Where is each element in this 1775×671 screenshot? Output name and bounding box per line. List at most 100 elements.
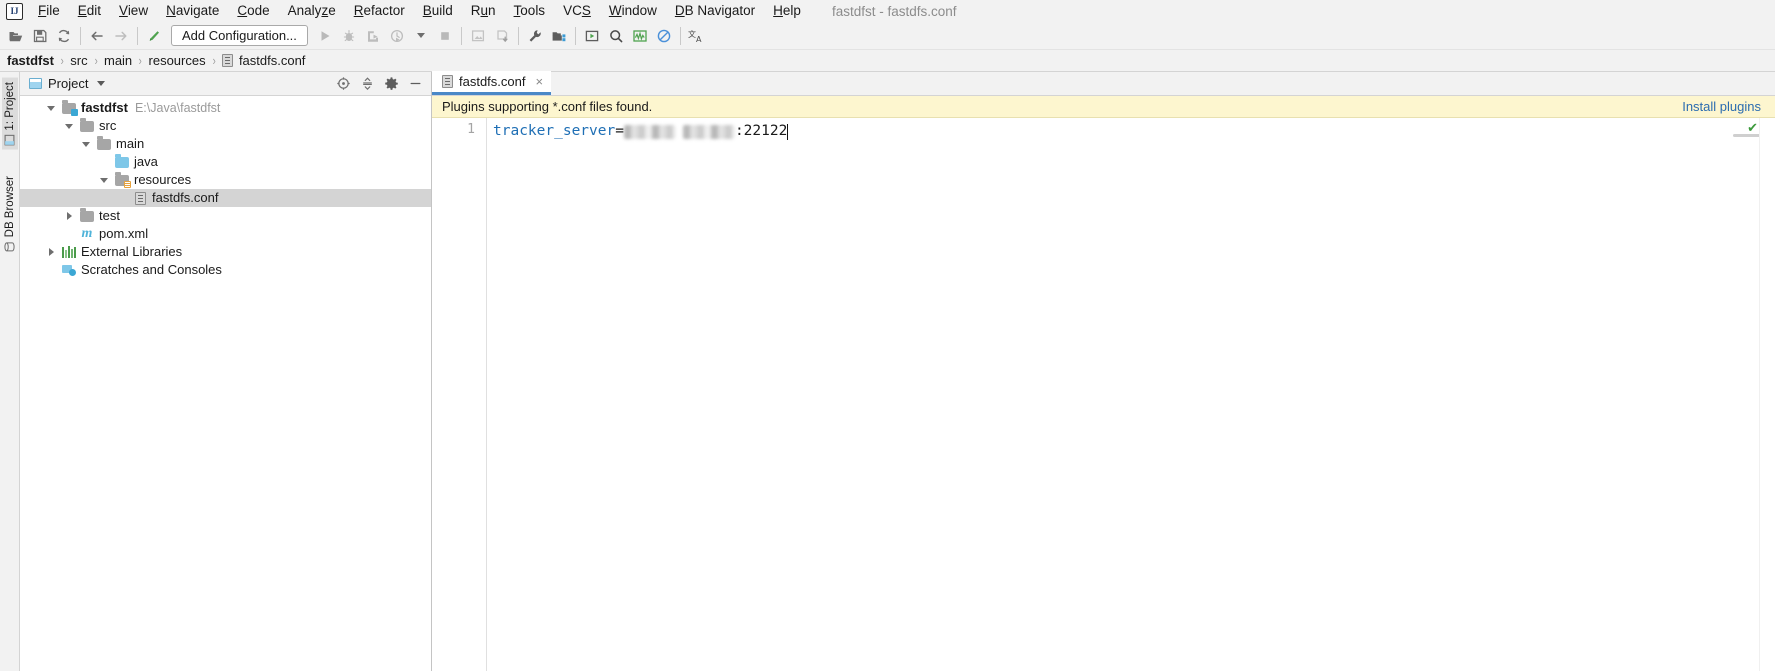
menu-item-analyze[interactable]: Analyze [279, 0, 345, 22]
tree-toggle-icon[interactable] [60, 212, 78, 220]
run-with-coverage-icon[interactable] [361, 24, 385, 48]
breadcrumb-item-src[interactable]: src [70, 53, 87, 68]
port-value: :22122 [734, 123, 788, 139]
breadcrumb-item-main[interactable]: main [104, 53, 132, 68]
code-content[interactable]: tracker_server = :22122 [487, 118, 1775, 671]
breadcrumb-item-file[interactable]: fastdfs.conf [221, 53, 305, 68]
disable-icon[interactable] [652, 24, 676, 48]
notification-message: Plugins supporting *.conf files found. [442, 99, 653, 114]
settings-wrench-icon[interactable] [523, 24, 547, 48]
update-project-icon[interactable] [466, 24, 490, 48]
menu-item-view[interactable]: View [110, 0, 157, 22]
settings-gear-icon[interactable] [380, 74, 402, 94]
tree-toggle-icon[interactable] [42, 105, 60, 111]
tree-item-resources[interactable]: resources [20, 171, 431, 189]
project-tree: fastdfst E:\Java\fastdfst src main java … [20, 96, 431, 671]
plugin-notification-bar: Plugins supporting *.conf files found. I… [432, 96, 1775, 118]
close-icon[interactable]: × [535, 75, 543, 88]
editor-area: fastdfs.conf × Plugins supporting *.conf… [432, 71, 1775, 671]
toolbar-separator [574, 26, 576, 45]
menu-item-build[interactable]: Build [414, 0, 462, 22]
tree-item-main[interactable]: main [20, 135, 431, 153]
project-structure-icon[interactable] [547, 24, 571, 48]
breadcrumb-item-project[interactable]: fastdfst [7, 53, 54, 68]
tree-item-label: java [134, 154, 158, 169]
folder-icon [95, 135, 113, 150]
config-key: tracker_server [493, 123, 616, 139]
inspection-status-icon[interactable]: ✔ [1747, 121, 1758, 134]
tree-toggle-icon[interactable] [42, 248, 60, 256]
menu-item-db-navigator[interactable]: DB Navigator [666, 0, 764, 22]
run-icon[interactable] [313, 24, 337, 48]
tree-item-pom-xml[interactable]: m pom.xml [20, 225, 431, 243]
sync-refresh-icon[interactable] [52, 24, 76, 48]
navigate-forward-icon[interactable] [109, 24, 133, 48]
tree-item-scratches-and-consoles[interactable]: Scratches and Consoles [20, 261, 431, 279]
menu-item-navigate[interactable]: Navigate [157, 0, 228, 22]
menu-item-file[interactable]: File [29, 0, 69, 22]
translate-icon[interactable]: 文 A [685, 24, 709, 48]
menu-item-tools[interactable]: Tools [505, 0, 555, 22]
redacted-ip-segment [682, 124, 735, 139]
save-all-icon[interactable] [28, 24, 52, 48]
toolbar-separator [460, 26, 462, 45]
build-hammer-icon[interactable] [142, 24, 166, 48]
tree-toggle-icon[interactable] [77, 141, 95, 147]
sidebar-item-db-browser[interactable]: DB Browser [2, 172, 18, 256]
commit-icon[interactable] [490, 24, 514, 48]
sidebar-item-project[interactable]: 1: Project [1, 78, 18, 150]
line-number-gutter: 1 [432, 118, 487, 671]
breadcrumb: fastdfst › src › main › resources › fast… [0, 50, 1775, 72]
tree-item-label: pom.xml [99, 226, 149, 241]
equals-sign: = [615, 123, 624, 139]
module-folder-icon [60, 99, 78, 116]
breadcrumb-item-resources[interactable]: resources [149, 53, 206, 68]
tab-fastdfs-conf[interactable]: fastdfs.conf × [432, 71, 552, 95]
folder-icon [78, 207, 96, 222]
code-line-1[interactable]: tracker_server = :22122 [493, 122, 1775, 141]
tree-item-label: fastdfs.conf [152, 190, 219, 205]
tree-item-fastdfst[interactable]: fastdfst E:\Java\fastdfst [20, 99, 431, 117]
navigate-back-icon[interactable] [85, 24, 109, 48]
db-navigator-icon[interactable] [628, 24, 652, 48]
code-editor[interactable]: 1 tracker_server = :22122 ✔ [432, 118, 1775, 671]
collapse-all-icon[interactable] [356, 74, 378, 94]
select-in-icon[interactable] [580, 24, 604, 48]
project-view-icon [29, 78, 42, 89]
open-project-icon[interactable] [4, 24, 28, 48]
debug-icon[interactable] [337, 24, 361, 48]
scroll-from-source-icon[interactable] [332, 74, 354, 94]
tree-item-java[interactable]: java [20, 153, 431, 171]
tree-item-fastdfs-conf[interactable]: fastdfs.conf [20, 189, 431, 207]
run-config-dropdown-icon[interactable] [409, 24, 433, 48]
tree-toggle-icon[interactable] [60, 123, 78, 129]
install-plugins-link[interactable]: Install plugins [1682, 99, 1761, 114]
chevron-down-icon[interactable] [97, 81, 106, 86]
menu-item-edit[interactable]: Edit [69, 0, 110, 22]
line-number: 1 [467, 122, 475, 137]
conf-file-icon [131, 191, 149, 205]
toolbar-separator [517, 26, 519, 45]
menu-item-run[interactable]: Run [462, 0, 505, 22]
stop-icon[interactable] [433, 24, 457, 48]
tree-item-label: src [99, 118, 117, 133]
hide-panel-icon[interactable] [404, 74, 426, 94]
project-panel-header: Project [20, 72, 431, 96]
menu-item-help[interactable]: Help [764, 0, 810, 22]
source-folder-icon [113, 153, 131, 168]
menu-item-vcs[interactable]: VCS [554, 0, 600, 22]
search-everywhere-icon[interactable] [604, 24, 628, 48]
tree-item-test[interactable]: test [20, 207, 431, 225]
tree-item-external-libraries[interactable]: External Libraries [20, 243, 431, 261]
profile-icon[interactable] [385, 24, 409, 48]
run-configuration-selector[interactable]: Add Configuration... [171, 25, 308, 46]
toolbar-separator [679, 26, 681, 45]
tree-item-src[interactable]: src [20, 117, 431, 135]
tree-item-label: Scratches and Consoles [81, 262, 222, 277]
menu-item-refactor[interactable]: Refactor [345, 0, 414, 22]
editor-right-gutter [1759, 118, 1775, 671]
project-panel-title[interactable]: Project [29, 76, 106, 91]
tree-toggle-icon[interactable] [95, 177, 113, 183]
menu-item-window[interactable]: Window [600, 0, 666, 22]
menu-item-code[interactable]: Code [228, 0, 278, 22]
